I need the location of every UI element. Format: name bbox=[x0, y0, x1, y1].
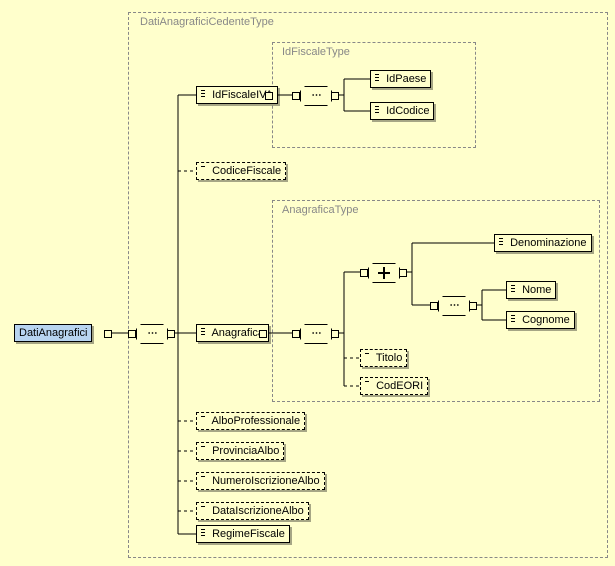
node-datianagrafici[interactable]: DatiAnagrafici bbox=[14, 324, 92, 342]
port bbox=[430, 302, 438, 310]
compositor-seq-idfiscale bbox=[300, 86, 332, 106]
node-idpaese[interactable]: IdPaese bbox=[370, 70, 431, 88]
port bbox=[331, 330, 339, 338]
node-label: ProvinciaAlbo bbox=[212, 445, 279, 457]
compositor-seq-root bbox=[136, 324, 168, 344]
node-label: Nome bbox=[522, 284, 551, 296]
node-label: RegimeFiscale bbox=[212, 528, 285, 540]
node-codeori[interactable]: CodEORI bbox=[360, 377, 428, 395]
node-provinciaalbo[interactable]: ProvinciaAlbo bbox=[196, 442, 284, 460]
group-anagrafica bbox=[272, 200, 600, 402]
node-alboprofessionale[interactable]: AlboProfessionale bbox=[196, 412, 305, 430]
node-label: Anagrafica bbox=[211, 327, 264, 339]
node-label: Denominazione bbox=[510, 237, 586, 249]
group-idfiscale-label: IdFiscaleType bbox=[280, 46, 352, 58]
node-cognome[interactable]: Cognome bbox=[506, 311, 575, 329]
node-idcodice[interactable]: IdCodice bbox=[370, 102, 434, 120]
port bbox=[292, 330, 300, 338]
port bbox=[104, 330, 112, 338]
node-label: DataIscrizioneAlbo bbox=[212, 505, 304, 517]
node-label: CodiceFiscale bbox=[212, 165, 281, 177]
diagram-canvas: DatiAnagraficiCedenteType IdFiscaleType … bbox=[0, 0, 615, 566]
port bbox=[128, 330, 136, 338]
node-label: NumeroIscrizioneAlbo bbox=[212, 475, 320, 487]
node-label: IdFiscaleIVA bbox=[212, 89, 273, 101]
node-label: AlboProfessionale bbox=[211, 415, 300, 427]
node-numeroiscrizionealbo[interactable]: NumeroIscrizioneAlbo bbox=[196, 472, 325, 490]
node-titolo[interactable]: Titolo bbox=[360, 349, 407, 367]
node-label: DatiAnagrafici bbox=[19, 327, 87, 339]
group-anagrafica-label: AnagraficaType bbox=[280, 204, 360, 216]
node-label: CodEORI bbox=[376, 380, 423, 392]
node-label: IdCodice bbox=[386, 105, 429, 117]
port bbox=[292, 92, 300, 100]
compositor-choice-anagrafica bbox=[368, 263, 400, 283]
node-label: IdPaese bbox=[386, 73, 426, 85]
node-label: Cognome bbox=[522, 314, 570, 326]
port bbox=[399, 269, 407, 277]
compositor-seq-nomecognome bbox=[438, 296, 470, 316]
port bbox=[167, 330, 175, 338]
node-label: Titolo bbox=[376, 352, 403, 364]
node-codicefiscale[interactable]: CodiceFiscale bbox=[196, 162, 286, 180]
port bbox=[331, 92, 339, 100]
port bbox=[265, 92, 273, 100]
port bbox=[469, 302, 477, 310]
node-nome[interactable]: Nome bbox=[506, 281, 556, 299]
group-root-label: DatiAnagraficiCedenteType bbox=[138, 16, 276, 28]
node-dataiscrizionealbo[interactable]: DataIscrizioneAlbo bbox=[196, 502, 309, 520]
node-regimefiscale[interactable]: RegimeFiscale bbox=[196, 525, 290, 543]
node-denominazione[interactable]: Denominazione bbox=[494, 234, 592, 252]
compositor-seq-anagrafica bbox=[300, 324, 332, 344]
port bbox=[360, 269, 368, 277]
port bbox=[259, 330, 267, 338]
